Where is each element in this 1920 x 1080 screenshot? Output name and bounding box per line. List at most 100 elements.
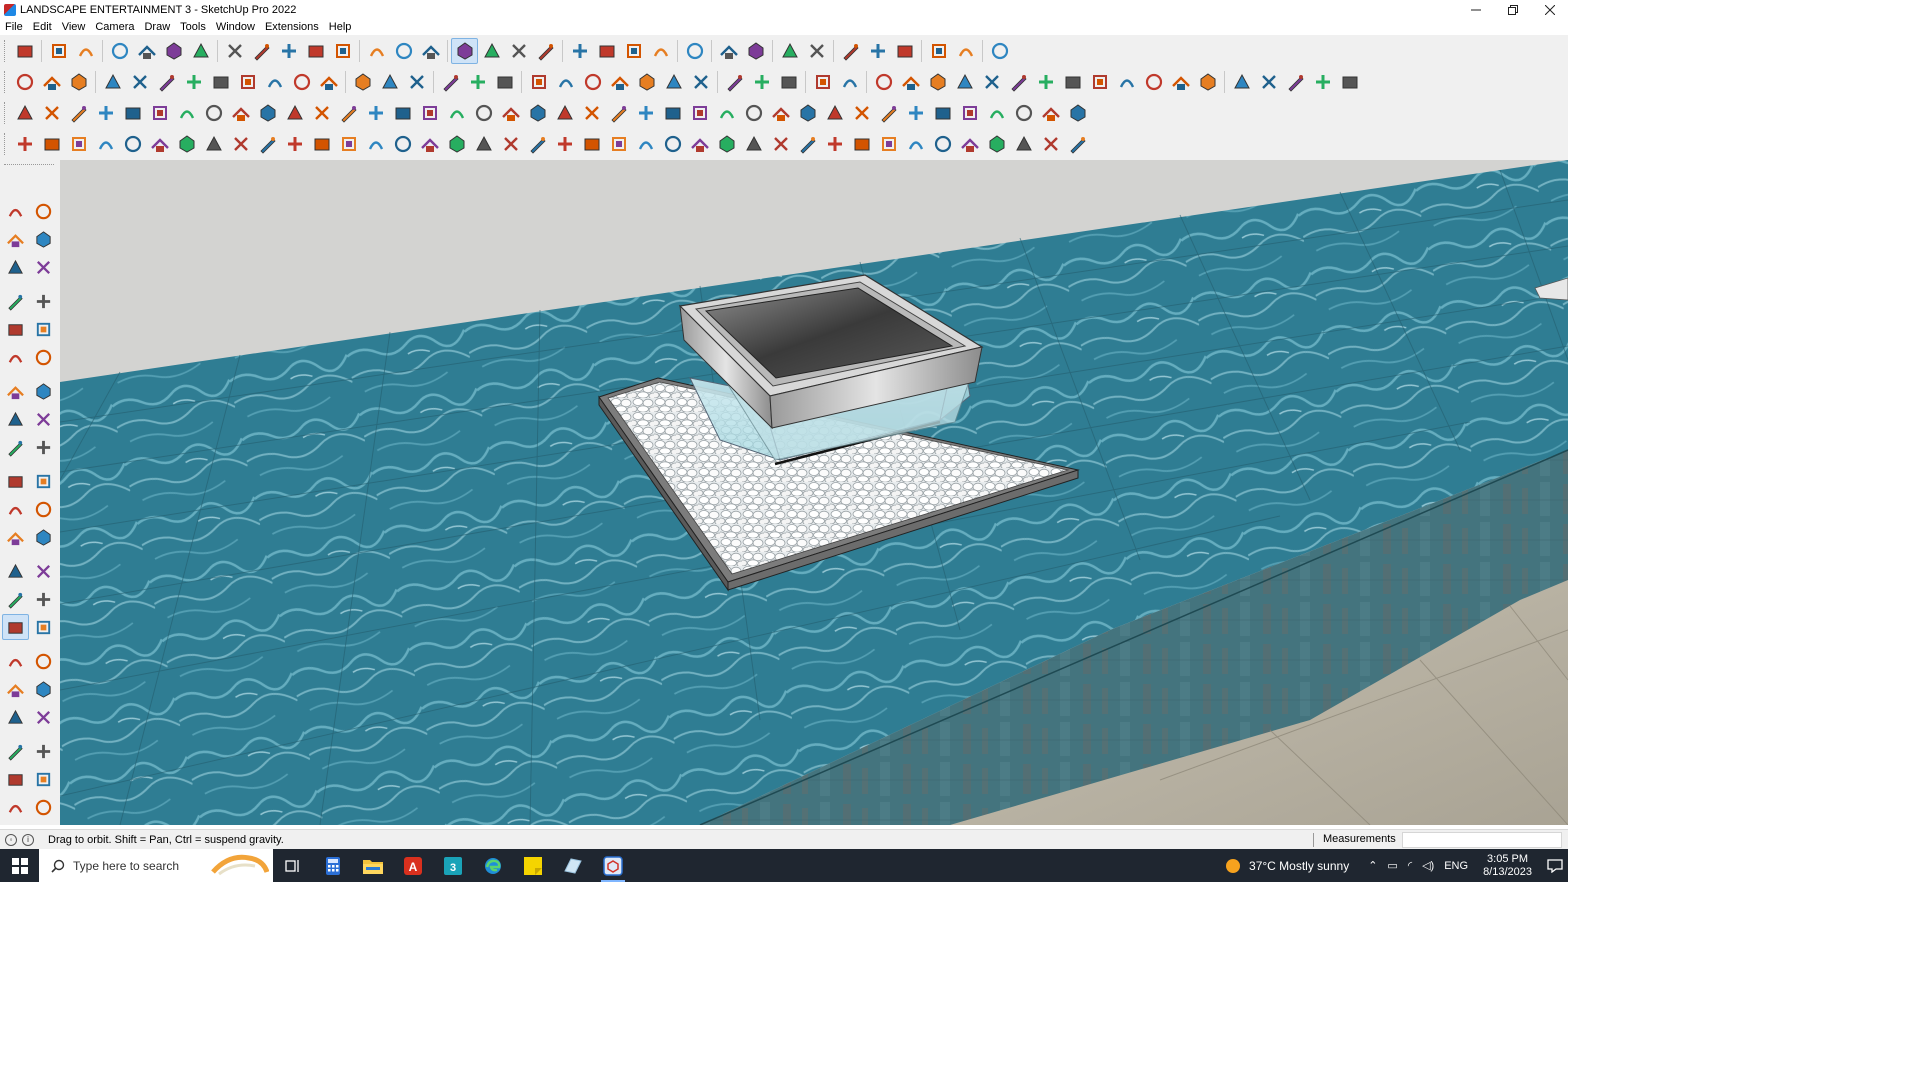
row3-tool-32-button[interactable] <box>848 100 875 126</box>
row2-tool-45-button[interactable] <box>1255 69 1282 95</box>
select-button[interactable] <box>45 38 72 64</box>
rectangle-button[interactable] <box>187 38 214 64</box>
row3-tool-33-button[interactable] <box>875 100 902 126</box>
section-button[interactable] <box>715 38 742 64</box>
row3-tool-8-button[interactable] <box>200 100 227 126</box>
protractor-tool-button[interactable] <box>2 558 29 584</box>
select-tool-button[interactable] <box>2 198 29 224</box>
row2-tool-39-button[interactable] <box>1086 69 1113 95</box>
row3-tool-2-button[interactable] <box>38 100 65 126</box>
text-tool-button[interactable] <box>30 558 57 584</box>
row2-tool-27-button[interactable] <box>748 69 775 95</box>
row2-tool-36-button[interactable] <box>1005 69 1032 95</box>
row4-tool-36-button[interactable] <box>956 131 983 157</box>
row3-tool-19-button[interactable] <box>497 100 524 126</box>
file-explorer-button[interactable] <box>353 849 393 882</box>
toolbar-grip[interactable] <box>4 70 8 93</box>
warehouse-button[interactable] <box>864 38 891 64</box>
row2-tool-5-button[interactable] <box>126 69 153 95</box>
row4-tool-9-button[interactable] <box>227 131 254 157</box>
row4-tool-6-button[interactable] <box>146 131 173 157</box>
row4-tool-2-button[interactable] <box>38 131 65 157</box>
components-button[interactable] <box>566 38 593 64</box>
push-pull-tool-button[interactable] <box>30 434 57 460</box>
row4-tool-40-button[interactable] <box>1064 131 1091 157</box>
clock[interactable]: 3:05 PM 8/13/2023 <box>1483 853 1532 879</box>
row4-tool-27-button[interactable] <box>713 131 740 157</box>
row2-tool-30-button[interactable] <box>836 69 863 95</box>
redo-button[interactable] <box>952 38 979 64</box>
row4-tool-39-button[interactable] <box>1037 131 1064 157</box>
rectangle-tool-button[interactable] <box>2 316 29 342</box>
zoom-tool-button[interactable] <box>2 648 29 674</box>
flip-button[interactable] <box>803 38 830 64</box>
outer-shell-button[interactable] <box>986 38 1013 64</box>
row3-tool-31-button[interactable] <box>821 100 848 126</box>
row2-tool-38-button[interactable] <box>1059 69 1086 95</box>
move-button[interactable] <box>275 38 302 64</box>
menu-camera[interactable]: Camera <box>90 21 139 33</box>
row2-tool-19-button[interactable] <box>525 69 552 95</box>
row3-tool-7-button[interactable] <box>173 100 200 126</box>
calculator-button[interactable] <box>313 849 353 882</box>
language-indicator[interactable]: ENG <box>1444 860 1468 872</box>
row4-tool-3-button[interactable] <box>65 131 92 157</box>
row2-tool-37-button[interactable] <box>1032 69 1059 95</box>
row4-tool-1-button[interactable] <box>11 131 38 157</box>
geo-location-icon[interactable]: ◦ <box>5 833 17 846</box>
axes-button[interactable] <box>776 38 803 64</box>
acrobat-button[interactable]: A <box>393 849 433 882</box>
row2-tool-16-button[interactable] <box>437 69 464 95</box>
rotate-tool-button[interactable] <box>2 468 29 494</box>
start-button[interactable] <box>0 849 39 882</box>
row2-tool-11-button[interactable] <box>288 69 315 95</box>
arc-3pt-tool-button[interactable] <box>30 406 57 432</box>
row2-tool-21-button[interactable] <box>579 69 606 95</box>
row2-tool-32-button[interactable] <box>897 69 924 95</box>
row4-tool-34-button[interactable] <box>902 131 929 157</box>
row3-tool-4-button[interactable] <box>92 100 119 126</box>
row4-tool-4-button[interactable] <box>92 131 119 157</box>
row4-tool-15-button[interactable] <box>389 131 416 157</box>
maps-button[interactable] <box>553 849 593 882</box>
task-view-button[interactable] <box>273 849 313 882</box>
row3-tool-38-button[interactable] <box>1010 100 1037 126</box>
paint-bucket-tool-button[interactable] <box>2 226 29 252</box>
row4-tool-37-button[interactable] <box>983 131 1010 157</box>
row2-tool-43-button[interactable] <box>1194 69 1221 95</box>
components-tool-button[interactable] <box>2 254 29 280</box>
row2-tool-9-button[interactable] <box>234 69 261 95</box>
move-tool-button[interactable] <box>2 434 29 460</box>
menu-help[interactable]: Help <box>324 21 357 33</box>
row2-tool-48-button[interactable] <box>1336 69 1363 95</box>
row3-tool-27-button[interactable] <box>713 100 740 126</box>
row2-tool-6-button[interactable] <box>153 69 180 95</box>
wifi-icon[interactable]: ◜ <box>1408 859 1412 872</box>
row2-tool-47-button[interactable] <box>1309 69 1336 95</box>
position-camera-tool-button[interactable] <box>2 704 29 730</box>
row2-tool-20-button[interactable] <box>552 69 579 95</box>
row3-tool-15-button[interactable] <box>389 100 416 126</box>
menu-file[interactable]: File <box>0 21 28 33</box>
row4-tool-17-button[interactable] <box>443 131 470 157</box>
close-button[interactable] <box>1531 0 1568 19</box>
previous-tool-button[interactable] <box>30 676 57 702</box>
3d-text-tool-button[interactable] <box>30 586 57 612</box>
row4-tool-31-button[interactable] <box>821 131 848 157</box>
row2-tool-7-button[interactable] <box>180 69 207 95</box>
row2-tool-10-button[interactable] <box>261 69 288 95</box>
menu-edit[interactable]: Edit <box>28 21 57 33</box>
row3-tool-5-button[interactable] <box>119 100 146 126</box>
row4-tool-20-button[interactable] <box>524 131 551 157</box>
menu-extensions[interactable]: Extensions <box>260 21 324 33</box>
row3-tool-22-button[interactable] <box>578 100 605 126</box>
row4-tool-23-button[interactable] <box>605 131 632 157</box>
pencil-button[interactable] <box>133 38 160 64</box>
push-pull-button[interactable] <box>221 38 248 64</box>
row4-tool-33-button[interactable] <box>875 131 902 157</box>
toolbar-grip[interactable] <box>4 39 8 62</box>
row4-tool-14-button[interactable] <box>362 131 389 157</box>
arc-button[interactable] <box>160 38 187 64</box>
orbit-tool-tool-button[interactable] <box>2 614 29 640</box>
info-icon[interactable]: i <box>22 833 34 846</box>
